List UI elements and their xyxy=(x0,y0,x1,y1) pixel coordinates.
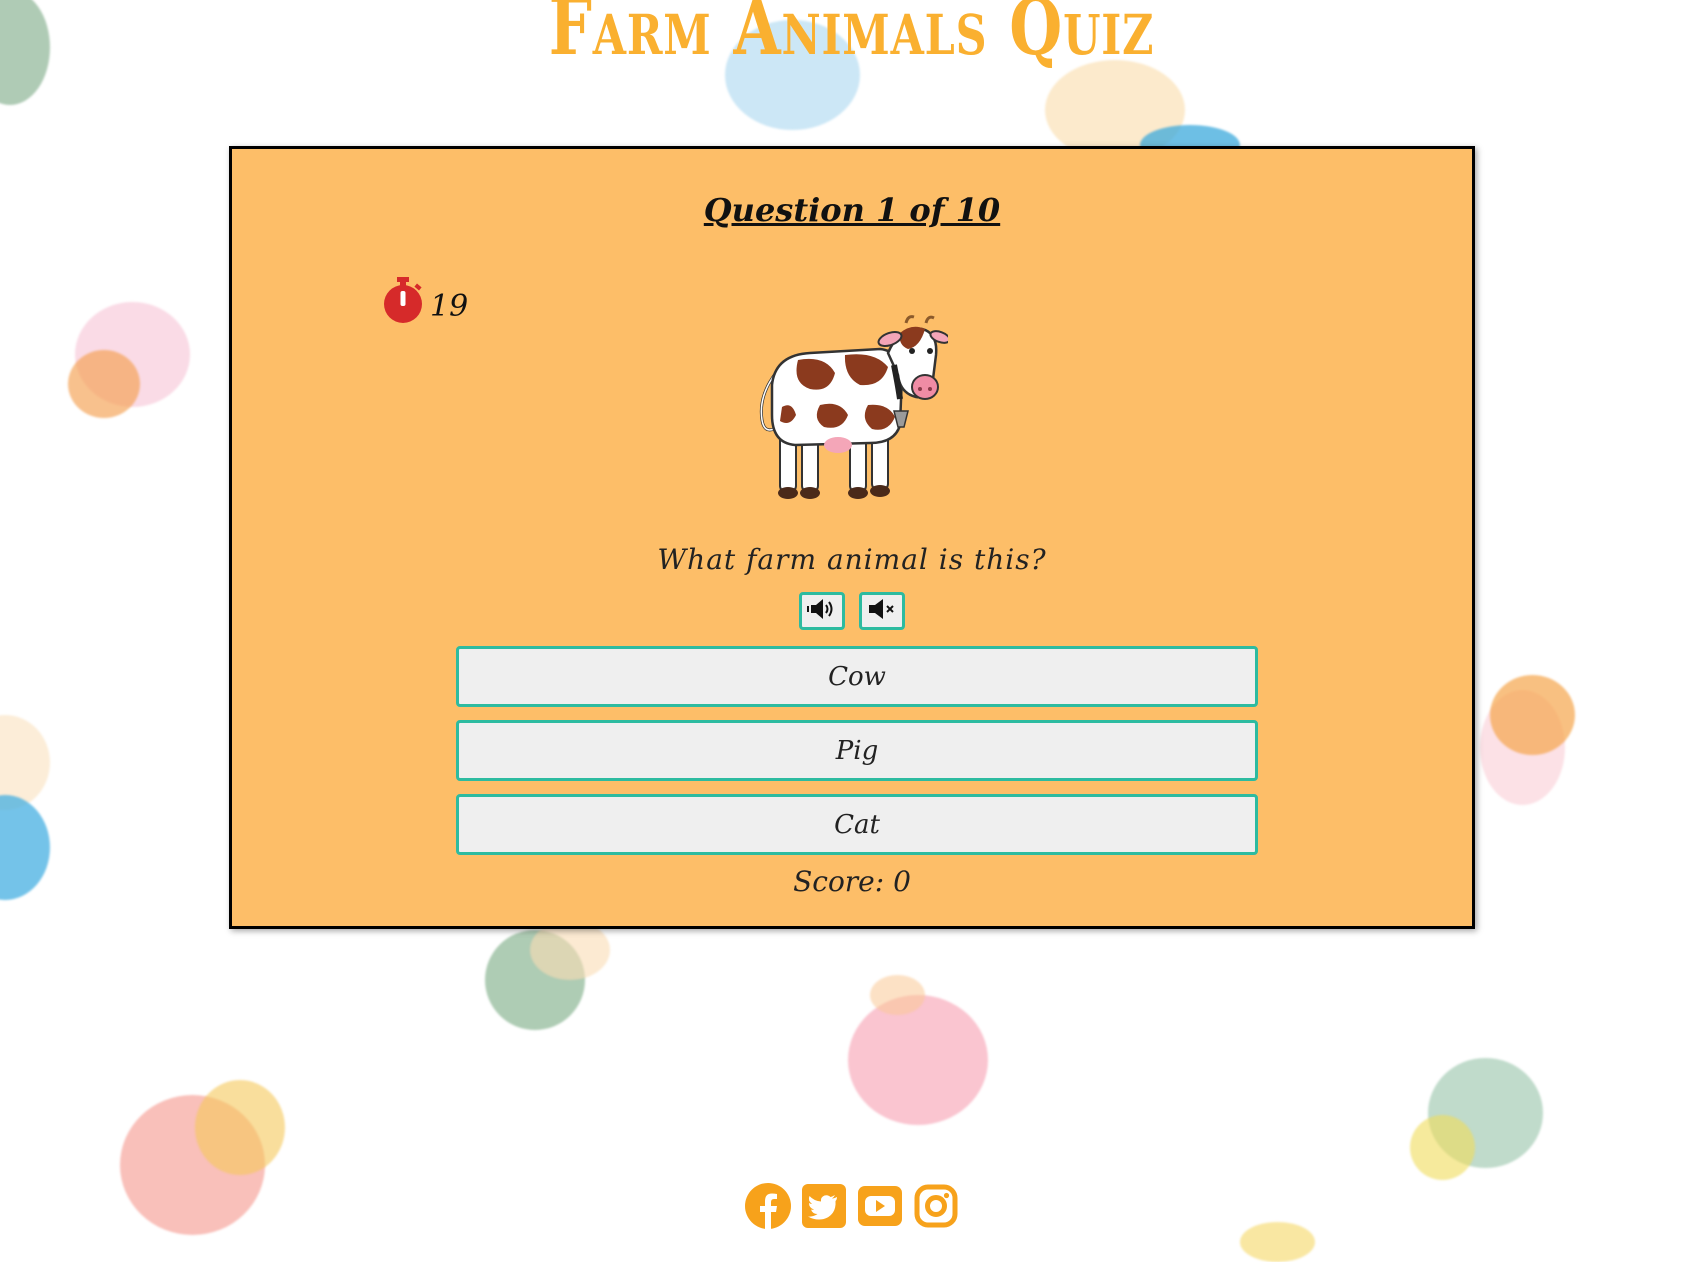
answer-button-cat[interactable]: Cat xyxy=(456,794,1258,855)
bg-dot xyxy=(195,1080,285,1175)
bg-dot xyxy=(0,795,50,900)
answer-button-cow[interactable]: Cow xyxy=(456,646,1258,707)
sound-on-button[interactable] xyxy=(799,592,845,630)
page-title: Farm Animals Quiz xyxy=(548,0,1155,73)
quiz-card: Question 1 of 10 19 What farm animal is … xyxy=(229,146,1475,929)
facebook-link[interactable] xyxy=(743,1183,793,1233)
cow-image xyxy=(750,315,951,505)
question-counter: Question 1 of 10 xyxy=(703,191,1001,229)
social-links xyxy=(0,1183,1703,1233)
volume-mute-icon xyxy=(867,597,897,625)
timer: 19 xyxy=(382,275,468,329)
sound-off-button[interactable] xyxy=(859,592,905,630)
bg-dot xyxy=(870,975,925,1015)
timer-value: 19 xyxy=(430,288,469,324)
question-text: What farm animal is this? xyxy=(657,543,1047,576)
answer-list: Cow Pig Cat xyxy=(456,646,1258,868)
instagram-link[interactable] xyxy=(911,1183,961,1233)
stopwatch-icon xyxy=(382,275,424,329)
youtube-link[interactable] xyxy=(855,1183,905,1233)
bg-dot xyxy=(530,920,610,980)
bg-dot xyxy=(0,0,50,105)
bg-dot xyxy=(848,995,988,1125)
bg-dot xyxy=(1410,1115,1475,1180)
instagram-icon xyxy=(913,1183,959,1233)
score: Score: 0 xyxy=(793,865,911,898)
bg-dot xyxy=(68,350,140,418)
twitter-link[interactable] xyxy=(799,1183,849,1233)
twitter-icon xyxy=(801,1183,847,1233)
sound-controls xyxy=(232,592,1472,630)
facebook-icon xyxy=(744,1182,792,1234)
answer-button-pig[interactable]: Pig xyxy=(456,720,1258,781)
volume-up-icon xyxy=(807,597,837,625)
bg-dot xyxy=(1490,675,1575,755)
youtube-icon xyxy=(857,1183,903,1233)
